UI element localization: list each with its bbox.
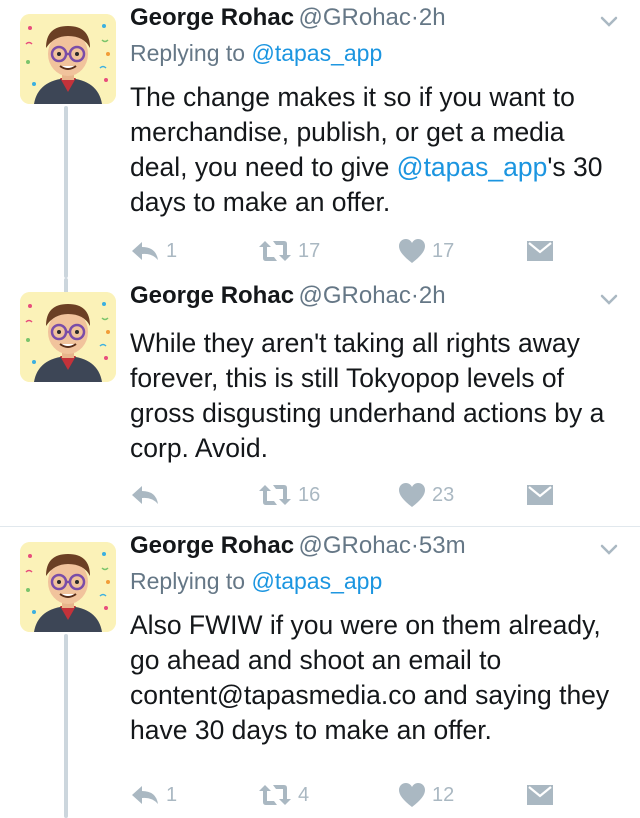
tweet[interactable]: George Rohac @GRohac·2h While they aren'… [0,278,640,528]
retweet-icon [259,785,291,805]
chevron-down-icon[interactable] [598,10,620,32]
reply-button[interactable]: 1 [130,236,177,266]
tweet-text: While they aren't taking all rights away… [130,328,605,463]
direct-message-button[interactable] [526,780,554,810]
replying-to: Replying to @tapas_app [130,40,382,67]
author-name[interactable]: George Rohac [130,4,294,31]
tweet-actions: 16 23 [130,480,570,510]
like-count: 12 [432,783,455,806]
retweet-button[interactable]: 16 [258,480,320,510]
separator-dot: · [410,4,419,31]
replying-mention[interactable]: @tapas_app [251,568,382,594]
replying-to: Replying to @tapas_app [130,568,382,595]
retweet-count: 16 [298,483,321,506]
replying-prefix: Replying to [130,568,252,594]
timestamp[interactable]: 53m [419,532,466,559]
tweet-header: George Rohac @GRohac·2h [130,4,620,38]
direct-message-icon [527,241,553,261]
reply-button[interactable] [130,480,166,510]
reply-icon [132,786,158,804]
retweet-icon [259,485,291,505]
direct-message-icon [527,785,553,805]
tweet-actions: 1 4 12 [130,780,570,810]
like-count: 23 [432,483,455,506]
replying-mention[interactable]: @tapas_app [251,40,382,66]
retweet-count: 17 [298,239,321,262]
tweet-divider [0,526,640,527]
reply-count: 1 [166,783,178,806]
retweet-button[interactable]: 17 [258,236,320,266]
avatar[interactable] [20,292,116,382]
retweet-button[interactable]: 4 [258,780,309,810]
tweet-header: George Rohac @GRohac·2h [130,282,620,316]
avatar[interactable] [20,14,116,104]
retweet-count: 4 [298,783,310,806]
direct-message-button[interactable] [526,480,554,510]
heart-icon [399,783,425,807]
separator-dot: · [410,282,419,309]
retweet-icon [259,241,291,261]
author-handle[interactable]: @GRohac [299,4,411,31]
like-button[interactable]: 23 [398,480,454,510]
direct-message-button[interactable] [526,236,554,266]
tweet-text: The change makes it so if you want to me… [130,80,620,220]
like-button[interactable]: 12 [398,780,454,810]
avatar[interactable] [20,542,116,632]
timestamp[interactable]: 2h [419,4,446,31]
chevron-down-icon[interactable] [598,538,620,560]
thread-line [64,634,68,818]
heart-icon [399,239,425,263]
reply-button[interactable]: 1 [130,780,177,810]
separator-dot: · [410,532,419,559]
timestamp[interactable]: 2h [419,282,446,309]
heart-icon [399,483,425,507]
tweet-header: George Rohac @GRohac·53m [130,532,620,566]
tweet[interactable]: George Rohac @GRohac·53m Replying to @ta… [0,528,640,818]
tweet-text: Also FWIW if you were on them already, g… [130,610,610,745]
mention-link[interactable]: @tapas_app [397,152,548,182]
thread-line [64,106,68,278]
tweet-actions: 1 17 17 [130,236,570,266]
reply-icon [132,242,158,260]
chevron-down-icon[interactable] [598,288,620,310]
tweet[interactable]: George Rohac @GRohac·2h Replying to @tap… [0,0,640,278]
author-handle[interactable]: @GRohac [299,532,411,559]
direct-message-icon [527,485,553,505]
author-name[interactable]: George Rohac [130,532,294,559]
author-name[interactable]: George Rohac [130,282,294,309]
like-count: 17 [432,239,455,262]
author-handle[interactable]: @GRohac [299,282,411,309]
replying-prefix: Replying to [130,40,252,66]
like-button[interactable]: 17 [398,236,454,266]
reply-count: 1 [166,239,178,262]
reply-icon [132,486,158,504]
